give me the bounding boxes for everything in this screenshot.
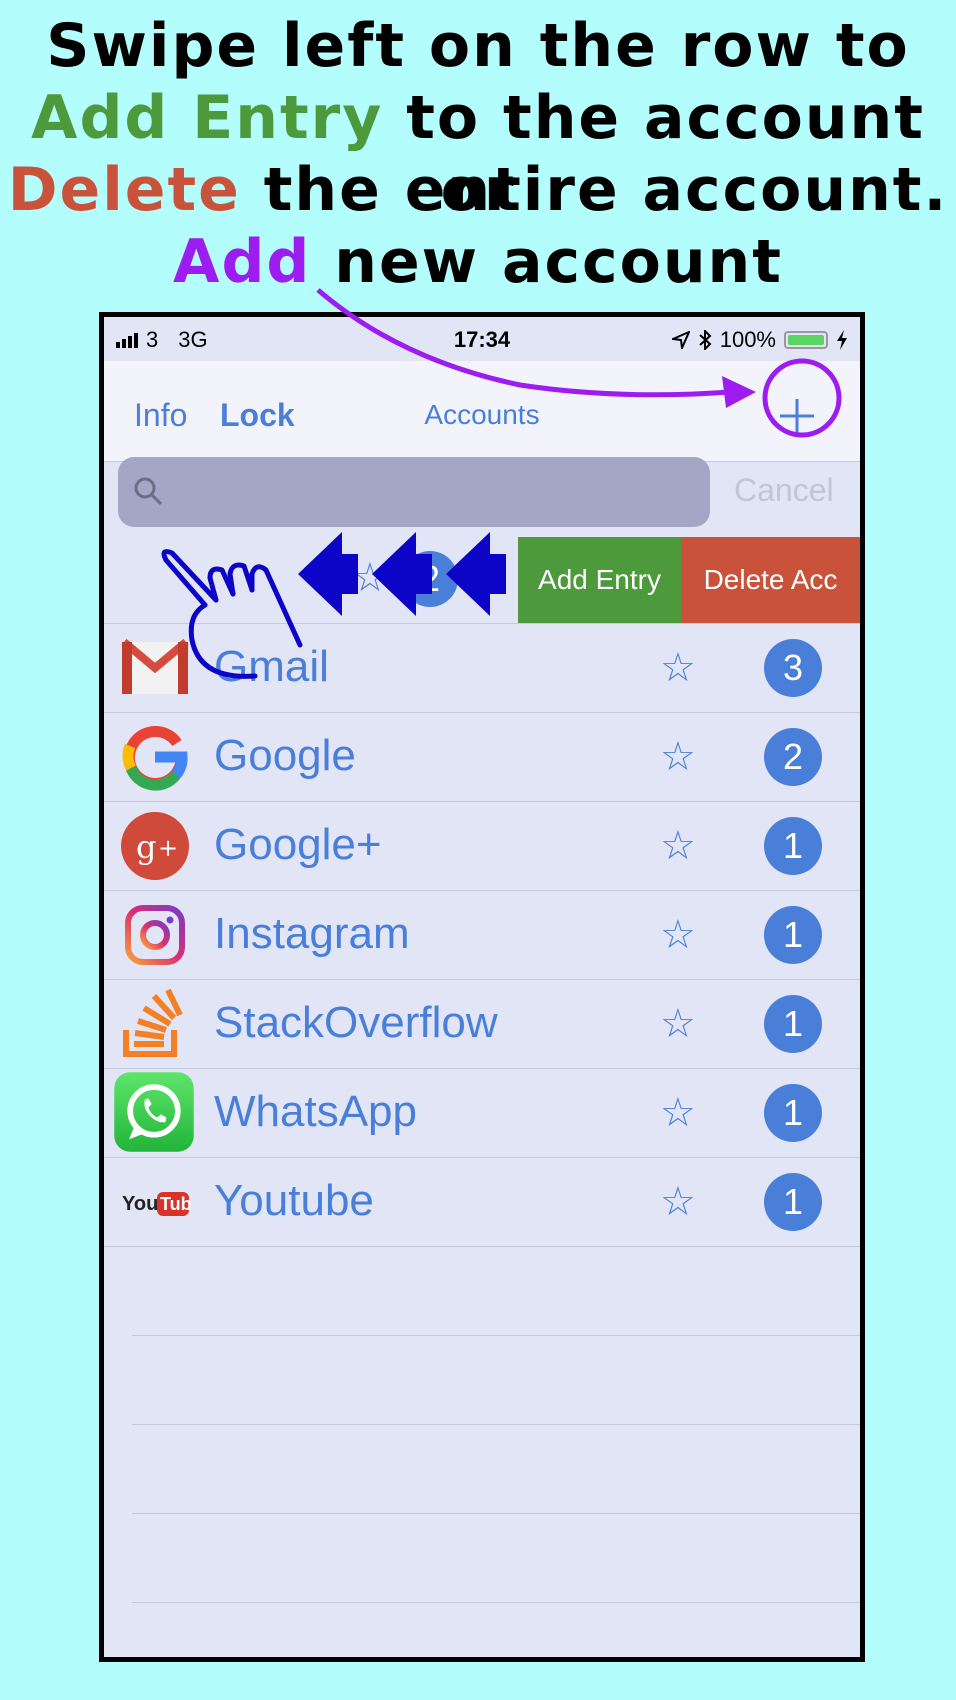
caption-line-4-rest: new account (311, 227, 783, 297)
list-item[interactable]: StackOverflow ☆ 1 (104, 980, 860, 1069)
bluetooth-icon (699, 330, 712, 350)
account-name: StackOverflow (214, 998, 498, 1047)
list-item[interactable]: Gmail ☆ 3 (104, 623, 860, 713)
count-badge: 3 (764, 639, 822, 697)
svg-text:+: + (158, 834, 178, 862)
status-bar: 3 3G 17:34 100% (104, 317, 860, 361)
star-icon[interactable]: ☆ (660, 1089, 696, 1137)
count-badge: 2 (764, 728, 822, 786)
whatsapp-icon (114, 1072, 194, 1152)
account-name: Google+ (214, 820, 382, 869)
list-item[interactable]: You Tube Youtube ☆ 1 (104, 1158, 860, 1247)
empty-row (132, 1514, 860, 1603)
empty-row (132, 1247, 860, 1336)
gmail-icon (121, 638, 189, 694)
phone-screen: 3 3G 17:34 100% Info Lock Accounts Cance… (99, 312, 865, 1662)
star-icon[interactable]: ☆ (660, 1000, 696, 1048)
star-icon[interactable]: ☆ (660, 911, 696, 959)
battery-icon (784, 331, 828, 349)
youtube-icon: You Tube (122, 1192, 192, 1216)
page-title: Accounts (424, 399, 540, 430)
delete-account-button[interactable]: Delete Acc (681, 537, 860, 623)
swiped-row[interactable]: ☆ 2 Add Entry Delete Acc (104, 535, 860, 623)
empty-row (132, 1425, 860, 1514)
stackoverflow-icon (123, 988, 183, 1057)
caption-delete: Delete (7, 155, 241, 225)
count-badge: 1 (764, 1173, 822, 1231)
list-item[interactable]: Instagram ☆ 1 (104, 891, 860, 980)
count-badge: 1 (764, 1084, 822, 1142)
nav-bar: Info Lock Accounts (104, 361, 860, 462)
battery-percent: 100% (719, 327, 776, 352)
caption-add: Add (173, 227, 312, 297)
caption-line-3-rest: the entire account. (240, 155, 949, 225)
charging-icon (837, 330, 847, 350)
count-badge: 2 (402, 551, 458, 607)
count-badge: 1 (764, 906, 822, 964)
search-icon (134, 477, 163, 506)
plus-icon[interactable] (766, 385, 828, 447)
star-icon[interactable]: ☆ (660, 733, 696, 781)
star-icon: ☆ (352, 555, 388, 601)
location-icon (671, 331, 690, 349)
empty-row (132, 1336, 860, 1425)
list-item[interactable]: WhatsApp ☆ 1 (104, 1069, 860, 1158)
svg-text:g: g (136, 828, 156, 866)
account-name: Youtube (214, 1176, 374, 1225)
cancel-button[interactable]: Cancel (734, 472, 834, 509)
count-badge: 1 (764, 995, 822, 1053)
accounts-list: Gmail ☆ 3 Google ☆ 2 g + Google+ ☆ 1 Ins… (104, 623, 860, 1603)
caption-add-entry: Add Entry (31, 83, 384, 153)
star-icon[interactable]: ☆ (660, 644, 696, 692)
list-item[interactable]: Google ☆ 2 (104, 713, 860, 802)
status-right: 100% (671, 327, 848, 353)
svg-text:Tube: Tube (160, 1194, 192, 1214)
account-name: Gmail (214, 642, 329, 691)
google-icon (122, 725, 188, 791)
star-icon[interactable]: ☆ (660, 1178, 696, 1226)
add-entry-button[interactable]: Add Entry (518, 537, 681, 623)
account-name: Instagram (214, 909, 410, 958)
google-plus-icon: g + (121, 812, 189, 880)
instagram-icon (125, 905, 185, 965)
account-name: WhatsApp (214, 1087, 417, 1136)
caption-line-4: Add new account (0, 226, 956, 298)
caption-line-1: Swipe left on the row to (46, 11, 910, 81)
account-name: Google (214, 731, 356, 780)
search-input[interactable] (118, 457, 710, 527)
caption-line-3: Delete the entire account. (0, 154, 956, 226)
star-icon[interactable]: ☆ (660, 822, 696, 870)
list-item[interactable]: g + Google+ ☆ 1 (104, 802, 860, 891)
count-badge: 1 (764, 817, 822, 875)
svg-text:You: You (122, 1193, 158, 1215)
